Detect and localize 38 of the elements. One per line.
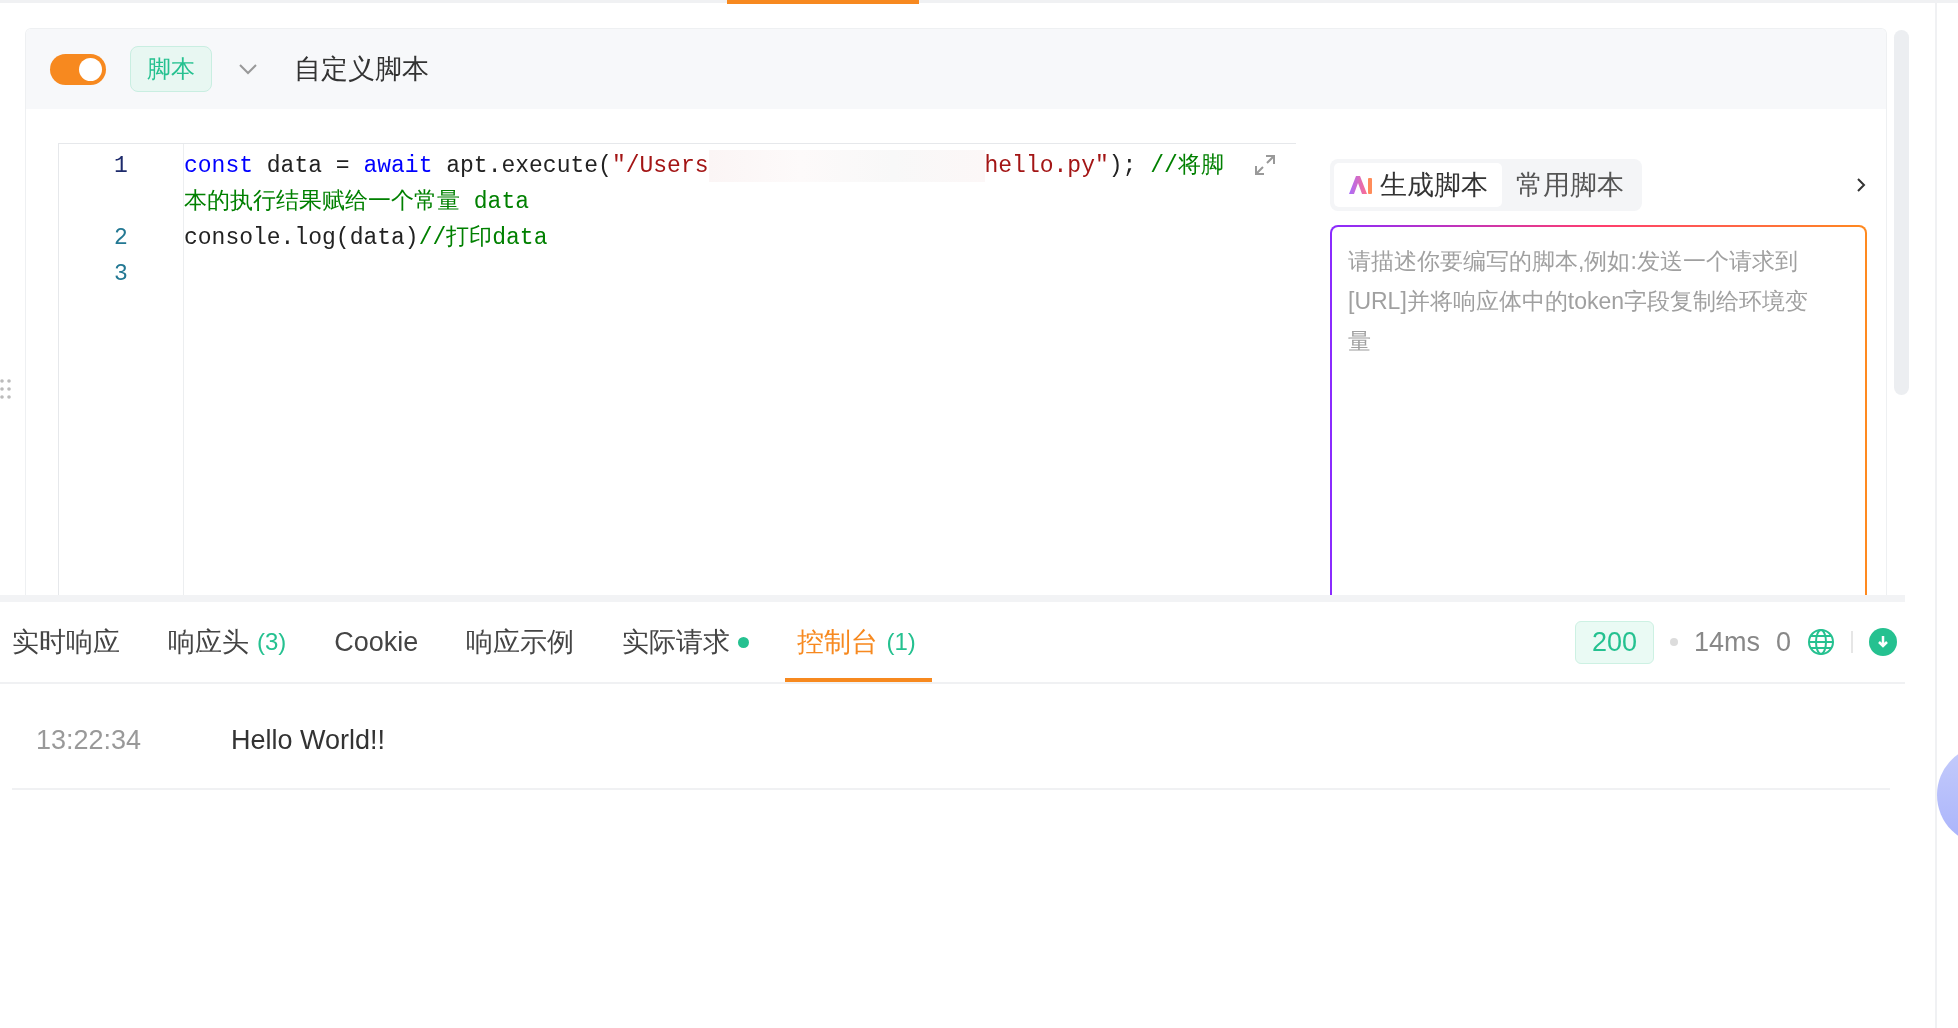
line-number: 1: [113, 152, 129, 181]
drag-handle-icon[interactable]: [0, 378, 12, 400]
line-number: 3: [113, 260, 129, 289]
code-token: console.log(data): [184, 224, 419, 253]
chevron-down-icon[interactable]: [238, 63, 258, 75]
globe-icon[interactable]: [1807, 628, 1835, 656]
code-token: apt.execute(: [445, 152, 612, 181]
log-message: Hello World!!: [231, 724, 386, 756]
response-tab[interactable]: Cookie: [322, 602, 435, 682]
code-token: //打印data: [418, 224, 548, 253]
code-token: "/Users: [611, 152, 709, 181]
response-tab[interactable]: 响应头 (3): [156, 602, 303, 682]
enable-toggle[interactable]: [50, 53, 106, 85]
code-token: 本的执行结果赋给一个常量 data: [184, 188, 529, 217]
status-code: 200: [1574, 620, 1654, 664]
download-icon[interactable]: [1869, 628, 1897, 656]
response-time: 14ms: [1693, 626, 1760, 658]
assistant-tab[interactable]: 常用脚本: [1502, 163, 1638, 207]
script-title: 自定义脚本: [294, 53, 429, 86]
code-editor[interactable]: 1 2 3 const data = await apt.execute("/Users hello.py"); //将脚 本的执行结果赋给一个常量 data console.log(data)//打印data: [58, 143, 1296, 595]
separator-dot: [1669, 638, 1678, 646]
code-token: const: [184, 152, 253, 181]
log-time: 13:22:34: [35, 724, 143, 756]
response-tab[interactable]: 实时响应: [0, 602, 136, 682]
response-tab[interactable]: 响应示例: [454, 602, 591, 682]
code-token: //将脚: [1150, 152, 1224, 181]
expand-icon[interactable]: [1252, 152, 1278, 178]
line-number: 2: [113, 224, 129, 253]
code-token: await: [363, 152, 433, 181]
chevron-right-icon[interactable]: [1855, 176, 1867, 194]
code-token: );: [1108, 152, 1138, 181]
type-tag: 脚本: [130, 46, 212, 92]
response-size: 0: [1775, 626, 1791, 658]
prompt-field[interactable]: 请描述你要编写的脚本,例如:发送一个请求到[URL]并将响应体中的token字段复制给环境变量: [1330, 225, 1867, 595]
assistant-tab[interactable]: 生成脚本: [1334, 163, 1502, 207]
response-tab[interactable]: 实际请求: [610, 602, 766, 682]
code-token: hello.py": [984, 152, 1109, 181]
code-token: data =: [265, 152, 351, 181]
